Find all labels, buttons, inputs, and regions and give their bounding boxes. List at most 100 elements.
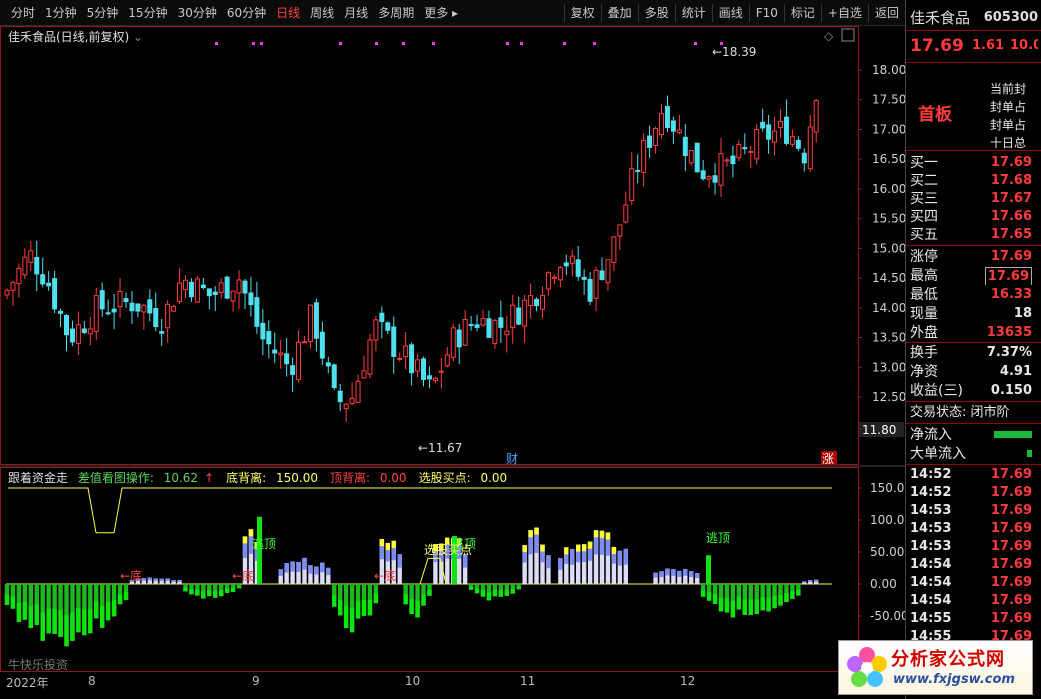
price-tick-label: 18.00 xyxy=(872,63,905,77)
candle xyxy=(653,126,659,154)
indicator-bar xyxy=(343,584,349,628)
date-axis: 2022年 8 9 10 11 12 xyxy=(0,673,860,691)
tool-button[interactable]: F10 xyxy=(748,4,784,22)
indicator-bar xyxy=(147,577,152,584)
tab-period[interactable]: 日线 xyxy=(271,5,305,21)
period-tabs: 分时 1分钟 5分钟 15分钟 30分钟 60分钟 日线 周线 月线 多周期 更多 ▸ xyxy=(6,5,463,21)
tick-time: 14:53 xyxy=(910,521,952,536)
indicator-bar xyxy=(415,584,420,618)
candle xyxy=(730,145,736,178)
tab-period[interactable]: 5分钟 xyxy=(82,5,124,21)
candle xyxy=(545,271,551,296)
indicator-bar xyxy=(4,584,10,605)
candle xyxy=(641,133,647,187)
candle xyxy=(557,265,563,288)
tick-time: 14:54 xyxy=(910,557,952,572)
candle xyxy=(718,137,724,198)
event-dot xyxy=(720,42,723,45)
panel-divider xyxy=(906,401,1041,402)
candle xyxy=(99,282,105,317)
candle xyxy=(40,257,46,288)
candle xyxy=(724,157,730,167)
tool-button[interactable]: +自选 xyxy=(820,4,868,22)
tab-period[interactable]: 周线 xyxy=(305,5,339,21)
candle xyxy=(581,269,587,295)
tool-button[interactable]: 多股 xyxy=(637,4,675,22)
candle xyxy=(212,286,218,312)
tab-period[interactable]: 15分钟 xyxy=(123,5,172,21)
period-toolbar: 分时 1分钟 5分钟 15分钟 30分钟 60分钟 日线 周线 月线 多周期 更多 ▸ 复权 叠加 多股… xyxy=(0,0,905,26)
candle xyxy=(462,309,468,347)
tab-period[interactable]: 更多 ▸ xyxy=(419,5,463,21)
panel-divider xyxy=(906,150,1041,151)
indicator-bar xyxy=(790,584,795,599)
candle xyxy=(93,287,99,341)
indicator-bar xyxy=(522,545,527,584)
indicator-bar xyxy=(564,547,569,584)
indicator-field-value: 150.00 xyxy=(272,471,318,485)
stat2-value: 7.37% xyxy=(986,345,1032,360)
indicator-bar xyxy=(474,584,480,594)
indicator-bar xyxy=(219,584,224,597)
tick-row: 14:52 17.69 xyxy=(910,466,1038,484)
tool-button[interactable]: 统计 xyxy=(674,4,712,22)
tool-button[interactable]: 画线 xyxy=(711,4,749,22)
candle xyxy=(415,353,421,378)
indicator-bar xyxy=(40,584,45,641)
indicator-bar xyxy=(814,579,819,584)
price-tick-label: 13.00 xyxy=(872,360,905,374)
tab-period[interactable]: 月线 xyxy=(339,5,373,21)
tick-time: 14:52 xyxy=(910,485,952,500)
indicator-bar xyxy=(111,584,117,617)
indicator-name[interactable]: 跟着资金走 xyxy=(8,471,68,485)
stat2-label: 收益(三) xyxy=(910,383,963,399)
candle xyxy=(10,280,16,306)
indicator-bar xyxy=(760,584,765,611)
stat-label: 最高 xyxy=(910,268,938,284)
indicator-bar xyxy=(207,584,212,597)
chart-title[interactable]: 佳禾食品(日线,前复权) ⌄ xyxy=(8,28,143,45)
tab-period[interactable]: 30分钟 xyxy=(173,5,222,21)
indicator-bar xyxy=(278,569,283,584)
event-dot xyxy=(563,42,566,45)
candle xyxy=(361,355,367,379)
indicator-bar xyxy=(296,562,301,584)
finance-marker[interactable]: 财 xyxy=(506,452,518,466)
stat-row: 最高 17.69 xyxy=(910,267,1038,285)
candle xyxy=(587,271,593,306)
indicator-field: 选股买点: 0.00 xyxy=(419,471,514,485)
tool-button[interactable]: 标记 xyxy=(783,4,821,22)
tab-period[interactable]: 多周期 xyxy=(373,5,419,21)
tool-button[interactable]: 返回 xyxy=(867,4,905,22)
bid-row: 买一 17.69 xyxy=(910,154,1038,172)
indicator-bar xyxy=(587,541,593,584)
tab-period[interactable]: 60分钟 xyxy=(222,5,271,21)
candle xyxy=(504,316,510,353)
diamond-icon[interactable]: ◇ xyxy=(824,29,834,43)
candle xyxy=(421,356,426,387)
stat-label: 涨停 xyxy=(910,249,938,265)
limit-up-marker[interactable]: 涨 xyxy=(822,451,834,466)
stat-value: 13635 xyxy=(986,325,1032,340)
kline-chart[interactable]: 18.00 17.50 17.00 16.50 16.00 15.50 15.00 14.50… xyxy=(0,26,905,699)
tool-button[interactable]: 叠加 xyxy=(600,4,638,22)
candle xyxy=(599,257,605,281)
high-price-label: ←18.39 xyxy=(712,45,756,59)
candle xyxy=(16,263,22,298)
stat2-row: 换手 7.37% xyxy=(910,344,1038,362)
maximize-icon[interactable] xyxy=(841,28,855,42)
candle xyxy=(647,125,653,158)
dropdown-icon[interactable]: ⌄ xyxy=(133,30,143,44)
tab-period[interactable]: 分时 xyxy=(6,5,40,21)
event-dot xyxy=(402,42,405,45)
stat-label: 外盘 xyxy=(910,325,938,341)
flow-label: 大单流入 xyxy=(910,446,966,462)
indicator-bar xyxy=(373,584,379,604)
indicator-bar xyxy=(748,584,753,615)
price-tick-label: 13.50 xyxy=(872,331,905,345)
tab-period[interactable]: 1分钟 xyxy=(40,5,82,21)
candle xyxy=(813,98,819,143)
logo-url: www.fxjgsw.com xyxy=(893,672,1015,687)
tool-button[interactable]: 复权 xyxy=(563,4,601,22)
candle xyxy=(260,309,266,356)
